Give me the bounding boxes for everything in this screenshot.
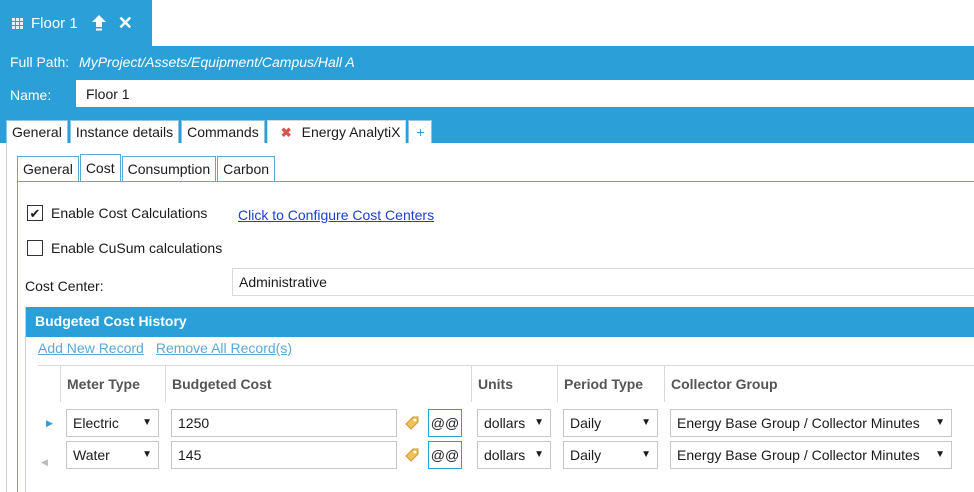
full-path-label: Full Path: bbox=[10, 54, 70, 70]
dropdown-arrow-icon: ▼ bbox=[142, 417, 152, 428]
dropdown-arrow-icon: ▼ bbox=[641, 449, 651, 460]
collector-group-select[interactable]: Energy Base Group / Collector Minutes ▼ bbox=[670, 409, 952, 437]
meter-type-value: Electric bbox=[73, 415, 119, 431]
units-value: dollars bbox=[484, 447, 526, 463]
tab-instance-details[interactable]: Instance details bbox=[69, 120, 180, 143]
dropdown-arrow-icon: ▼ bbox=[534, 417, 544, 428]
configure-cost-centers-link[interactable]: Click to Configure Cost Centers bbox=[238, 207, 434, 223]
period-type-select[interactable]: Daily ▼ bbox=[563, 409, 658, 437]
dropdown-arrow-icon: ▼ bbox=[534, 449, 544, 460]
enable-cusum-checkbox[interactable] bbox=[27, 240, 43, 256]
current-row-indicator-icon: ▶ bbox=[46, 418, 53, 428]
period-type-value: Daily bbox=[570, 447, 602, 463]
tag-icon[interactable] bbox=[404, 447, 420, 463]
name-field[interactable] bbox=[76, 80, 974, 107]
period-type-select[interactable]: Daily ▼ bbox=[563, 441, 658, 469]
tab-general[interactable]: General bbox=[6, 120, 68, 143]
enable-cost-checkbox[interactable]: ✔ bbox=[27, 205, 43, 221]
subtab-consumption[interactable]: Consumption bbox=[121, 156, 217, 181]
meter-type-value: Water bbox=[73, 447, 110, 463]
subtab-carbon[interactable]: Carbon bbox=[217, 156, 276, 181]
full-path-value: MyProject/Assets/Equipment/Campus/Hall A bbox=[79, 54, 355, 70]
full-path-row: Full Path: MyProject/Assets/Equipment/Ca… bbox=[10, 54, 355, 70]
subtab-divider bbox=[17, 181, 974, 182]
dropdown-arrow-icon: ▼ bbox=[142, 449, 152, 460]
column-header-meter-type[interactable]: Meter Type bbox=[60, 366, 165, 402]
history-title: Budgeted Cost History bbox=[26, 307, 974, 337]
period-type-value: Daily bbox=[570, 415, 602, 431]
dropdown-arrow-icon: ▼ bbox=[935, 417, 945, 428]
asset-header: Full Path: MyProject/Assets/Equipment/Ca… bbox=[0, 46, 974, 144]
collector-group-select[interactable]: Energy Base Group / Collector Minutes ▼ bbox=[670, 441, 952, 469]
history-actions: Add New Record Remove All Record(s) bbox=[38, 340, 304, 356]
grid-icon bbox=[12, 17, 23, 29]
subtab-general[interactable]: General bbox=[17, 156, 79, 181]
cost-center-field[interactable] bbox=[232, 268, 974, 296]
tab-commands[interactable]: Commands bbox=[181, 120, 265, 143]
window-tab-bar: Floor 1 ✕ bbox=[0, 0, 974, 46]
column-header-units[interactable]: Units bbox=[471, 366, 557, 402]
sub-tab-strip: General Cost Consumption Carbon bbox=[17, 154, 276, 181]
remove-tab-icon[interactable]: ✖ bbox=[281, 125, 292, 140]
units-select[interactable]: dollars ▼ bbox=[477, 409, 551, 437]
budgeted-cost-field[interactable]: 1250 bbox=[171, 409, 397, 437]
meter-type-select[interactable]: Water ▼ bbox=[66, 441, 159, 469]
dropdown-arrow-icon: ▼ bbox=[935, 449, 945, 460]
dropdown-arrow-icon: ▼ bbox=[641, 417, 651, 428]
collector-group-value: Energy Base Group / Collector Minutes bbox=[677, 447, 920, 463]
collector-group-value: Energy Base Group / Collector Minutes bbox=[677, 415, 920, 431]
document-tab-title: Floor 1 bbox=[31, 14, 78, 32]
units-value: dollars bbox=[484, 415, 526, 431]
close-tab-icon[interactable]: ✕ bbox=[118, 14, 133, 32]
budgeted-cost-history-panel: Budgeted Cost History Add New Record Rem… bbox=[25, 307, 974, 492]
name-label: Name: bbox=[10, 87, 52, 103]
subtab-frame bbox=[17, 181, 18, 492]
add-tab-button[interactable]: + bbox=[408, 120, 433, 143]
column-header-period-type[interactable]: Period Type bbox=[557, 366, 664, 402]
enable-cost-row: ✔ Enable Cost Calculations bbox=[27, 205, 207, 221]
column-header-budgeted-cost[interactable]: Budgeted Cost bbox=[165, 366, 471, 402]
meter-type-select[interactable]: Electric ▼ bbox=[66, 409, 159, 437]
document-tab[interactable]: Floor 1 ✕ bbox=[0, 0, 152, 46]
subtab-cost[interactable]: Cost bbox=[79, 154, 121, 181]
tag-icon[interactable] bbox=[404, 415, 420, 431]
expression-button[interactable]: @@ bbox=[428, 409, 462, 437]
history-grid: Meter Type Budgeted Cost Units Period Ty… bbox=[38, 365, 974, 492]
expression-button[interactable]: @@ bbox=[428, 441, 462, 469]
budgeted-cost-field[interactable]: 145 bbox=[171, 441, 397, 469]
enable-cost-label: Enable Cost Calculations bbox=[51, 205, 208, 221]
tab-energy-analytix-label: Energy AnalytiX bbox=[301, 124, 401, 140]
enable-cusum-label: Enable CuSum calculations bbox=[51, 240, 223, 256]
pin-up-icon[interactable] bbox=[90, 14, 108, 32]
main-tab-strip: General Instance details Commands ✖ Energ… bbox=[6, 120, 434, 144]
cost-center-label: Cost Center: bbox=[25, 278, 104, 294]
tab-content-panel: General Cost Consumption Carbon ✔ Enable… bbox=[6, 143, 974, 492]
enable-cusum-row: Enable CuSum calculations bbox=[27, 240, 222, 256]
tab-energy-analytix[interactable]: ✖ Energy AnalytiX bbox=[266, 120, 407, 144]
scroll-left-icon[interactable]: ◀ bbox=[41, 457, 48, 468]
remove-all-records-link[interactable]: Remove All Record(s) bbox=[156, 340, 292, 356]
units-select[interactable]: dollars ▼ bbox=[477, 441, 551, 469]
add-new-record-link[interactable]: Add New Record bbox=[38, 340, 144, 356]
column-header-collector-group[interactable]: Collector Group bbox=[664, 366, 974, 402]
